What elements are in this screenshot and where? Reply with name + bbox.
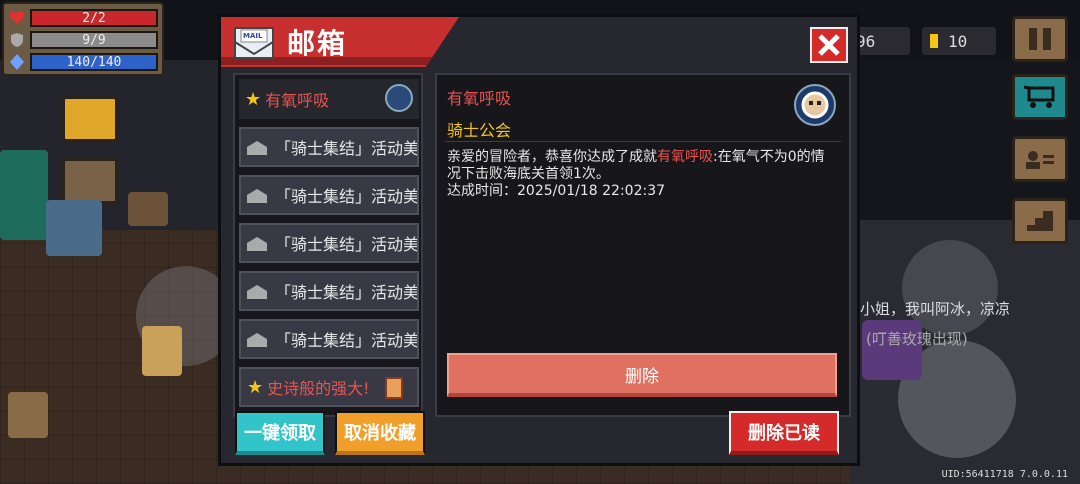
pause-button[interactable] [1012, 16, 1068, 62]
mail-item-label: 「骑士集结」活动美 [275, 283, 419, 302]
mail-detail-title: 有氧呼吸 [447, 89, 512, 108]
mail-item-label: 「骑士集结」活动美 [275, 139, 419, 158]
crate-decoration [128, 192, 168, 226]
energy-value: 140/140 [66, 54, 122, 70]
player-character [142, 326, 182, 376]
energy-bar: 140/140 [30, 53, 158, 71]
time-value: 2025/01/18 22:02:37 [517, 183, 666, 199]
plant-decoration [0, 150, 48, 240]
mail-item[interactable]: 「骑士集结」活动美 [239, 175, 419, 215]
envelope-icon [247, 332, 267, 347]
delete-read-button[interactable]: 删除已读 [729, 411, 839, 455]
body-highlight: 有氧呼吸 [657, 149, 713, 165]
armor-bar: 9/9 [30, 31, 158, 49]
pause-icon [1029, 28, 1051, 50]
mail-item-label: 「骑士集结」活动美 [275, 331, 419, 350]
mailbox-header: MAIL 邮箱 [221, 17, 459, 67]
delete-button-label: 删除 [625, 366, 659, 387]
swap-pedestal[interactable] [62, 158, 118, 204]
heart-icon [8, 10, 26, 26]
id-card-icon [1026, 151, 1054, 169]
stairs-button[interactable] [1012, 198, 1068, 244]
machine-decoration [46, 200, 102, 256]
envelope-icon [247, 284, 267, 299]
cart-icon [1023, 85, 1055, 108]
delete-read-label: 删除已读 [748, 423, 820, 444]
npc-dialog-line-2: (叮善玫瑰出现) [866, 330, 968, 348]
mail-item[interactable]: 「骑士集结」活动美 [239, 223, 419, 263]
claim-all-button[interactable]: 一键领取 [235, 411, 325, 455]
player-status-hud: 2/2 9/9 140/140 [2, 2, 164, 76]
mail-detail-panel: 有氧呼吸 骑士公会 亲爱的冒险者，恭喜你达成了成就有氧呼吸:在氧气不为0的情况下… [435, 73, 851, 417]
shop-button[interactable] [1012, 74, 1068, 120]
envelope-icon [247, 140, 267, 155]
mail-item-label: 有氧呼吸 [265, 91, 330, 110]
health-value: 2/2 [82, 10, 106, 26]
mail-item-label: 「骑士集结」活动美 [275, 187, 419, 206]
mail-list[interactable]: ★ 有氧呼吸 「骑士集结」活动美 「骑士集结」活动美 「骑士集结」活动美 「骑士… [233, 73, 423, 417]
mail-item[interactable]: 「骑士集结」活动美 [239, 271, 419, 311]
energy-icon [8, 54, 26, 70]
achievement-pedestal[interactable] [62, 96, 118, 142]
star-icon: ★ [245, 88, 262, 110]
coin-counter: 10 [922, 27, 996, 55]
delete-button[interactable]: 删除 [447, 353, 837, 397]
mail-item[interactable]: 「骑士集结」活动美 [239, 127, 419, 167]
astronaut-avatar-icon [793, 83, 837, 127]
profile-button[interactable] [1012, 136, 1068, 182]
unfavorite-label: 取消收藏 [344, 423, 416, 444]
mail-detail-body: 亲爱的冒险者，恭喜你达成了成就有氧呼吸:在氧气不为0的情况下击败海底关首领1次。… [447, 149, 827, 200]
armor-value: 9/9 [82, 32, 106, 48]
envelope-icon [247, 236, 267, 251]
close-icon [818, 34, 840, 56]
coin-count: 10 [948, 31, 968, 51]
mail-detail-sender: 骑士公会 [447, 121, 512, 140]
mail-item[interactable]: ★ 史诗般的强大! [239, 367, 419, 407]
stairs-icon [1027, 211, 1053, 231]
scroll-reward-icon [385, 377, 403, 399]
star-icon: ★ [247, 376, 264, 398]
uid-label: UID:56411718 7.0.0.11 [941, 469, 1068, 480]
mail-item-label: 史诗般的强大! [267, 379, 370, 398]
shield-icon [8, 32, 26, 48]
mail-icon: MAIL [233, 24, 275, 60]
mail-item[interactable]: 「骑士集结」活动美 [239, 319, 419, 359]
mailbox-dialog: MAIL 邮箱 ★ 有氧呼吸 「骑士集结」活动美 「骑士集结」活动美 「骑士集结… [218, 14, 860, 466]
health-bar: 2/2 [30, 9, 158, 27]
coin-icon [930, 34, 938, 48]
mailbox-title: 邮箱 [287, 27, 348, 60]
envelope-icon [247, 188, 267, 203]
time-label: 达成时间： [447, 183, 517, 199]
npc-dialog-line-1: 小姐，我叫阿冰，凉凉 [860, 300, 1011, 318]
mail-item-label: 「骑士集结」活动美 [275, 235, 419, 254]
claim-all-label: 一键领取 [244, 423, 316, 444]
astronaut-avatar-icon [385, 84, 413, 112]
pet-character [8, 392, 48, 438]
mail-item-selected[interactable]: ★ 有氧呼吸 [239, 79, 419, 119]
mail-icon-text: MAIL [243, 32, 263, 40]
body-text: 亲爱的冒险者，恭喜你达成了成就 [447, 149, 657, 165]
unfavorite-button[interactable]: 取消收藏 [335, 411, 425, 455]
close-button[interactable] [810, 27, 848, 63]
